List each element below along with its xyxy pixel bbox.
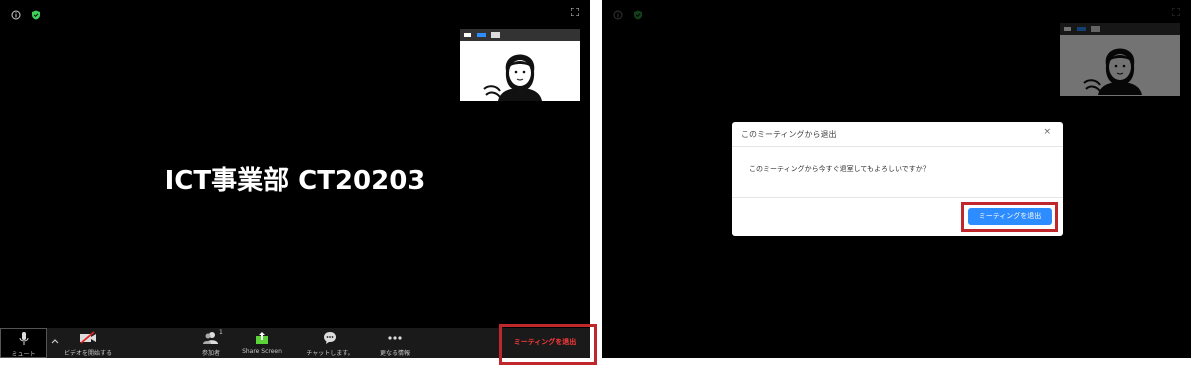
thumbnail-control-bar [460, 29, 580, 41]
confirm-button-highlight [961, 202, 1058, 232]
video-off-icon [80, 331, 96, 344]
fullscreen-icon[interactable] [571, 8, 579, 16]
share-screen-label: Share Screen [242, 348, 282, 355]
shield-icon[interactable] [31, 10, 41, 20]
self-view-thumbnail[interactable] [460, 29, 580, 101]
participants-button[interactable]: 1 参加者 [192, 328, 230, 358]
chat-icon [324, 332, 336, 344]
dialog-divider [732, 146, 1063, 147]
start-video-button[interactable]: ビデオを開始する [58, 328, 118, 358]
close-icon[interactable]: × [1043, 127, 1051, 137]
mute-button[interactable]: ミュート [0, 328, 47, 358]
participants-count: 1 [219, 329, 223, 336]
active-view-icon[interactable] [477, 33, 486, 37]
more-label: 更なる情報 [379, 350, 410, 357]
woman-avatar-icon [483, 54, 542, 101]
participants-label: 参加者 [201, 350, 220, 357]
chat-button[interactable]: チャットします。 [300, 328, 360, 358]
minimize-icon[interactable] [464, 33, 471, 37]
participants-icon [203, 332, 218, 344]
more-dots-icon [388, 336, 402, 340]
mute-label: ミュート [11, 351, 36, 358]
meeting-window: ICT事業部 CT20203 ミュート ビデオを開始する 1 参加者 Share… [0, 0, 590, 358]
meeting-name: ICT事業部 CT20203 [164, 166, 426, 196]
chat-label: チャットします。 [306, 350, 354, 357]
dialog-divider [732, 197, 1063, 198]
share-screen-button[interactable]: Share Screen [238, 328, 286, 358]
leave-button-highlight [499, 324, 597, 365]
share-screen-icon [256, 332, 268, 344]
start-video-label: ビデオを開始する [63, 350, 112, 357]
dialog-message: このミーティングから今すぐ退室してもよろしいですか？ [749, 165, 930, 173]
meeting-window-leave-dialog: このミーティングから退出 × このミーティングから今すぐ退室してもよろしいですか… [602, 0, 1191, 358]
dialog-title: このミーティングから退出 [741, 130, 837, 139]
microphone-icon [19, 332, 28, 345]
info-icon[interactable] [11, 10, 21, 20]
more-button[interactable]: 更なる情報 [372, 328, 418, 358]
gallery-view-icon[interactable] [491, 32, 500, 38]
